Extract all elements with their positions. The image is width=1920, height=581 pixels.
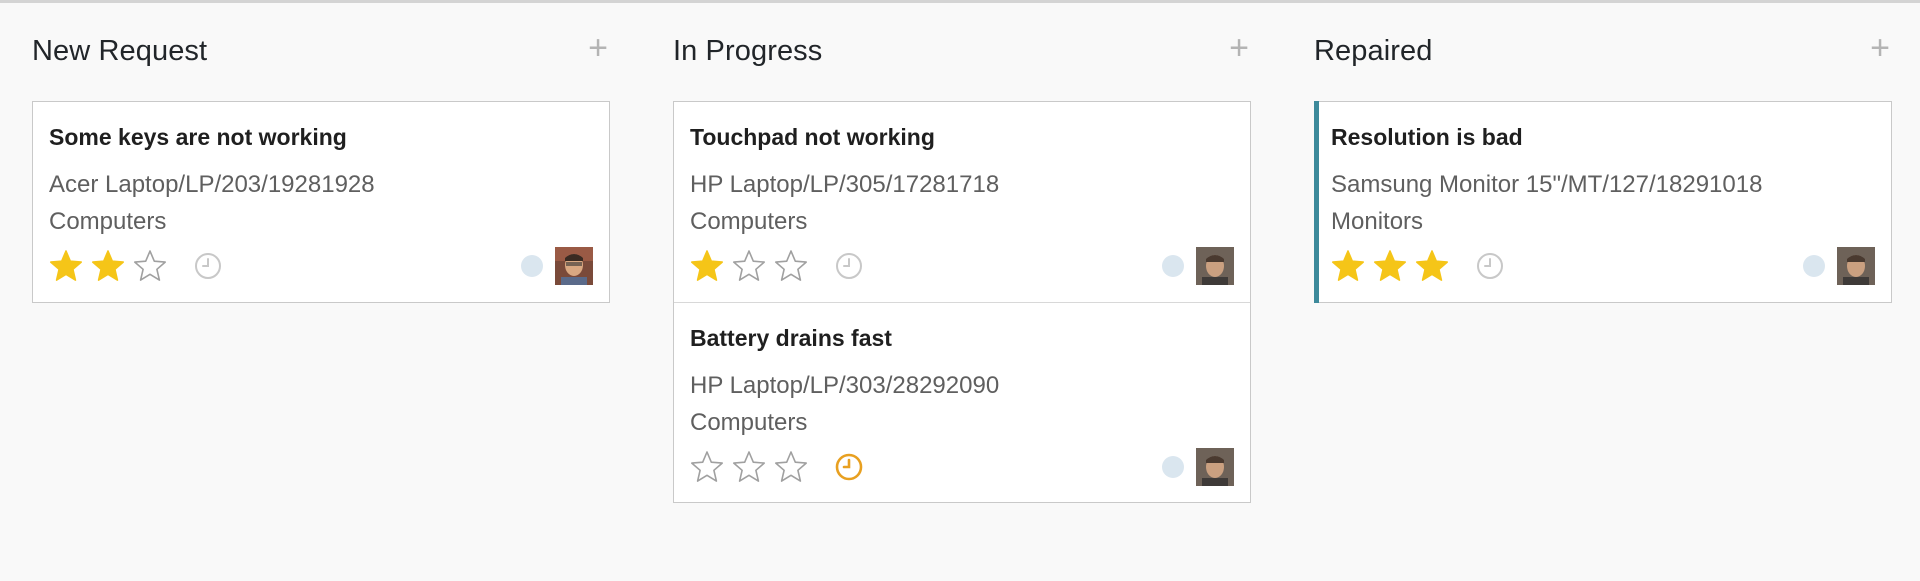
star-empty-icon[interactable] bbox=[732, 249, 766, 283]
clock-icon[interactable] bbox=[193, 251, 223, 281]
star-empty-icon[interactable] bbox=[774, 249, 808, 283]
kanban-card[interactable]: Some keys are not working Acer Laptop/LP… bbox=[33, 102, 609, 302]
card-list: Touchpad not working HP Laptop/LP/305/17… bbox=[673, 101, 1251, 503]
star-filled-icon[interactable] bbox=[49, 249, 83, 283]
card-list: Resolution is bad Samsung Monitor 15"/MT… bbox=[1314, 101, 1892, 303]
column-header: In Progress + bbox=[673, 3, 1251, 101]
star-empty-icon[interactable] bbox=[732, 450, 766, 484]
avatar bbox=[1196, 247, 1234, 285]
star-filled-icon[interactable] bbox=[91, 249, 125, 283]
avatar bbox=[1196, 448, 1234, 486]
card-title: Battery drains fast bbox=[690, 325, 892, 351]
status-dot[interactable] bbox=[1803, 255, 1825, 277]
column-in-progress: In Progress + Touchpad not working HP La… bbox=[673, 3, 1251, 503]
kanban-card[interactable]: Battery drains fast HP Laptop/LP/303/282… bbox=[674, 302, 1250, 502]
card-equipment: Samsung Monitor 15"/MT/127/18291018 bbox=[1331, 171, 1763, 198]
card-footer bbox=[49, 246, 593, 286]
star-filled-icon[interactable] bbox=[690, 249, 724, 283]
star-empty-icon[interactable] bbox=[133, 249, 167, 283]
column-header: Repaired + bbox=[1314, 3, 1892, 101]
kanban-board: New Request + Some keys are not working … bbox=[32, 3, 1892, 503]
add-card-icon[interactable]: + bbox=[1870, 31, 1892, 65]
card-category: Monitors bbox=[1331, 208, 1424, 235]
add-card-icon[interactable]: + bbox=[588, 31, 610, 65]
priority-stars bbox=[690, 249, 816, 283]
clock-icon[interactable] bbox=[1475, 251, 1505, 281]
column-title: Repaired bbox=[1314, 35, 1433, 67]
priority-stars bbox=[1331, 249, 1457, 283]
column-title: New Request bbox=[32, 35, 208, 67]
clock-icon[interactable] bbox=[834, 251, 864, 281]
column-header: New Request + bbox=[32, 3, 610, 101]
status-dot[interactable] bbox=[1162, 255, 1184, 277]
star-filled-icon[interactable] bbox=[1415, 249, 1449, 283]
column-repaired: Repaired + Resolution is bad Samsung Mon… bbox=[1314, 3, 1892, 503]
card-category: Computers bbox=[690, 208, 808, 235]
card-equipment: HP Laptop/LP/303/28292090 bbox=[690, 372, 1000, 399]
star-empty-icon[interactable] bbox=[690, 450, 724, 484]
avatar bbox=[1837, 247, 1875, 285]
kanban-card[interactable]: Resolution is bad Samsung Monitor 15"/MT… bbox=[1314, 101, 1891, 303]
priority-stars bbox=[49, 249, 175, 283]
card-list: Some keys are not working Acer Laptop/LP… bbox=[32, 101, 610, 303]
card-equipment: HP Laptop/LP/305/17281718 bbox=[690, 171, 1000, 198]
add-card-icon[interactable]: + bbox=[1229, 31, 1251, 65]
card-equipment: Acer Laptop/LP/203/19281928 bbox=[49, 171, 375, 198]
card-title: Resolution is bad bbox=[1331, 124, 1523, 150]
card-footer bbox=[690, 246, 1234, 286]
status-dot[interactable] bbox=[1162, 456, 1184, 478]
column-title: In Progress bbox=[673, 35, 823, 67]
avatar bbox=[555, 247, 593, 285]
card-footer bbox=[690, 447, 1234, 487]
card-title: Some keys are not working bbox=[49, 124, 347, 150]
column-new-request: New Request + Some keys are not working … bbox=[32, 3, 610, 503]
card-footer bbox=[1331, 246, 1875, 286]
star-filled-icon[interactable] bbox=[1331, 249, 1365, 283]
star-filled-icon[interactable] bbox=[1373, 249, 1407, 283]
star-empty-icon[interactable] bbox=[774, 450, 808, 484]
status-dot[interactable] bbox=[521, 255, 543, 277]
card-category: Computers bbox=[690, 409, 808, 436]
card-title: Touchpad not working bbox=[690, 124, 935, 150]
card-category: Computers bbox=[49, 208, 167, 235]
clock-icon[interactable] bbox=[834, 452, 864, 482]
priority-stars bbox=[690, 450, 816, 484]
kanban-card[interactable]: Touchpad not working HP Laptop/LP/305/17… bbox=[674, 102, 1250, 302]
